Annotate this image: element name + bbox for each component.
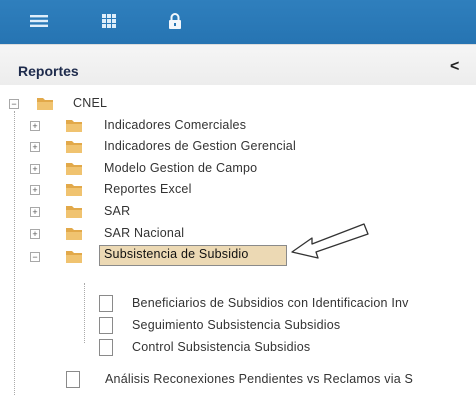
folder-icon <box>66 206 82 218</box>
document-icon <box>99 295 113 312</box>
tree-folder-node[interactable]: − Subsistencia de Subsidio <box>0 245 476 268</box>
menu-button[interactable] <box>22 8 56 34</box>
tree-label: Análisis Reconexiones Pendientes vs Recl… <box>105 372 414 386</box>
grid-icon <box>102 14 116 28</box>
collapse-panel-button[interactable]: < <box>450 58 459 76</box>
tree-folder-node[interactable]: + Reportes Excel <box>0 179 476 201</box>
tree-label: Indicadores Comerciales <box>104 118 247 132</box>
expand-toggle[interactable]: + <box>30 142 40 152</box>
tree-folder-node[interactable]: + Indicadores de Gestion Gerencial <box>0 136 476 158</box>
expand-toggle[interactable]: + <box>30 185 40 195</box>
expand-toggle[interactable]: + <box>30 164 40 174</box>
tree-label: Seguimiento Subsistencia Subsidios <box>132 318 341 332</box>
grid-button[interactable] <box>92 8 126 34</box>
tree-label: Reportes Excel <box>104 182 192 196</box>
pointer-arrow-icon <box>291 223 369 259</box>
tree-label: Beneficiarios de Subsidios con Identific… <box>132 296 409 310</box>
expand-toggle[interactable]: + <box>30 121 40 131</box>
folder-icon <box>66 141 82 153</box>
tree-root-node[interactable]: − CNEL <box>0 93 476 115</box>
tree-label: CNEL <box>73 96 108 110</box>
tree-leaf[interactable]: Seguimiento Subsistencia Subsidios <box>0 314 476 336</box>
document-icon <box>99 317 113 334</box>
tree-leaf[interactable]: Análisis Reconexiones Pendientes vs Recl… <box>0 368 476 390</box>
collapse-toggle[interactable]: − <box>30 252 40 262</box>
tree-label: SAR <box>104 204 131 218</box>
tree-folder-node[interactable]: + Indicadores Comerciales <box>0 115 476 137</box>
panel-title: Reportes <box>18 63 79 79</box>
lock-icon <box>169 13 181 29</box>
folder-open-icon <box>37 98 53 110</box>
folder-icon <box>66 163 82 175</box>
tree-label: Subsistencia de Subsidio <box>104 247 249 261</box>
tree-label: SAR Nacional <box>104 226 185 240</box>
reportes-panel: Reportes < − CNEL + Indicadores Comercial… <box>0 44 476 395</box>
top-toolbar <box>0 0 476 44</box>
tree-label: Control Subsistencia Subsidios <box>132 340 311 354</box>
menu-icon <box>30 15 48 27</box>
expand-toggle[interactable]: + <box>30 207 40 217</box>
folder-icon <box>66 228 82 240</box>
lock-button[interactable] <box>158 8 192 34</box>
expand-toggle[interactable]: + <box>30 229 40 239</box>
folder-open-icon <box>66 251 82 263</box>
tree-folder-node[interactable]: + Modelo Gestion de Campo <box>0 158 476 180</box>
tree-label: Modelo Gestion de Campo <box>104 161 258 175</box>
document-icon <box>99 339 113 356</box>
tree-folder-node[interactable]: + SAR <box>0 201 476 223</box>
document-icon <box>66 371 80 388</box>
folder-icon <box>66 184 82 196</box>
tree-label: Indicadores de Gestion Gerencial <box>104 139 296 153</box>
tree-folder-node[interactable]: + SAR Nacional <box>0 223 476 245</box>
folder-icon <box>66 120 82 132</box>
collapse-toggle[interactable]: − <box>9 99 19 109</box>
panel-header: Reportes < <box>0 45 476 85</box>
tree-leaf[interactable]: Control Subsistencia Subsidios <box>0 336 476 358</box>
tree-leaf[interactable]: Beneficiarios de Subsidios con Identific… <box>0 292 476 314</box>
